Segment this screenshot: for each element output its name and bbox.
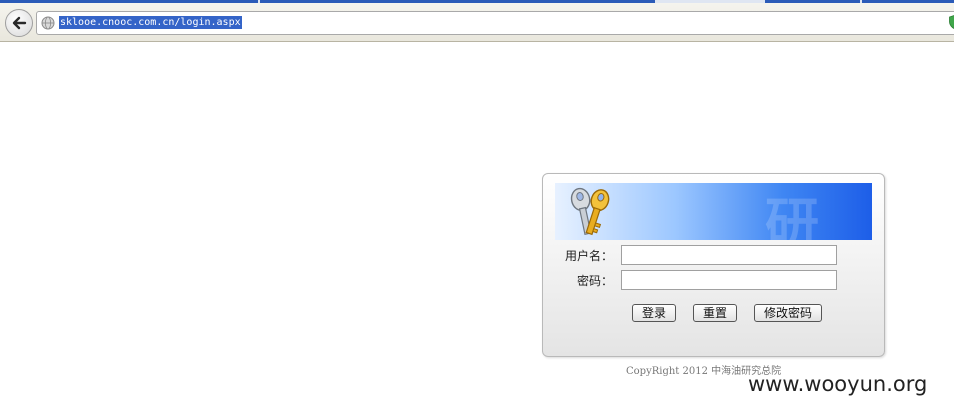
page: sklooe.cnooc.com.cn/login.aspx 研 用户名： 密码… [0,0,954,415]
username-input[interactable] [621,245,837,265]
url-text[interactable]: sklooe.cnooc.com.cn/login.aspx [59,16,242,29]
username-label: 用户名： [564,249,613,263]
shield-icon[interactable] [949,15,954,29]
back-arrow-icon [12,16,27,30]
password-input[interactable] [621,270,837,290]
browser-toolbar: sklooe.cnooc.com.cn/login.aspx [0,3,954,42]
change-password-button[interactable]: 修改密码 [754,304,822,322]
password-label: 密码： [576,274,613,288]
reset-button[interactable]: 重置 [693,304,737,322]
login-banner: 研 [555,183,872,240]
address-bar[interactable]: sklooe.cnooc.com.cn/login.aspx [36,11,954,35]
globe-icon [41,16,55,30]
keys-icon [570,187,610,236]
login-button[interactable]: 登录 [632,304,676,322]
back-button[interactable] [5,9,33,37]
login-panel: 研 用户名： 密码： 登录 重置 修改密码 [542,173,885,357]
site-watermark: www.wooyun.org [748,372,928,396]
banner-watermark-glyph: 研 [765,192,819,240]
